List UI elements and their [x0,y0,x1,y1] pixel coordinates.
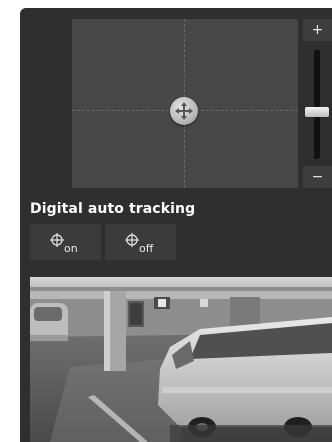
ptz-pad[interactable] [72,19,298,188]
move-arrows-icon [175,102,193,120]
section-title: Digital auto tracking [30,201,196,217]
tracking-on-button[interactable]: on [30,224,101,260]
zoom-thumb[interactable] [305,107,329,118]
ptz-handle[interactable] [170,97,198,125]
tracking-off-label: off [139,242,154,255]
parking-garage-scene [30,277,332,442]
zoom-out-button[interactable]: − [303,166,332,188]
ptz-control-panel: + − Digital auto tracking on off [20,8,332,442]
tracking-off-button[interactable]: off [105,224,176,260]
zoom-track[interactable] [314,50,320,159]
zoom-slider: + − [303,19,332,188]
camera-video-feed[interactable] [30,277,332,442]
tracking-on-label: on [64,242,78,255]
zoom-in-button[interactable]: + [303,19,332,41]
